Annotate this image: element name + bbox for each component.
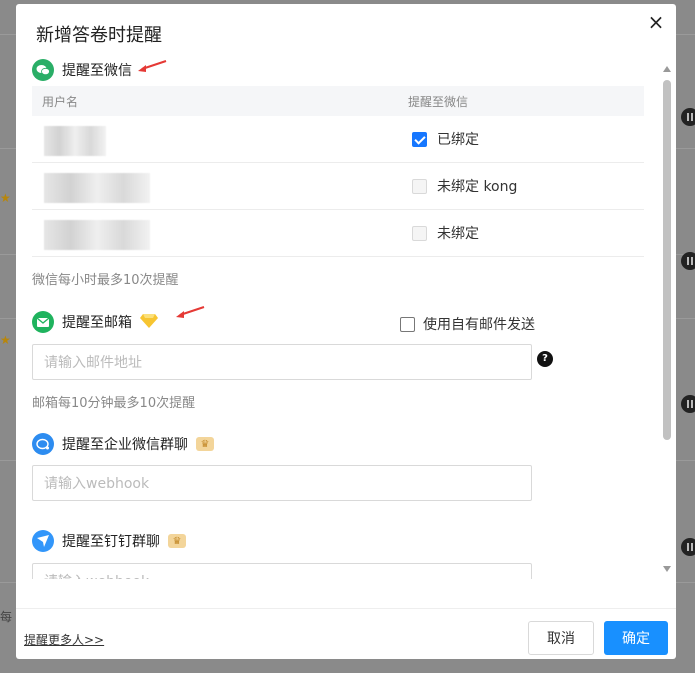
bg-partial-text: 每	[0, 610, 13, 624]
help-icon[interactable]: ?	[537, 351, 553, 367]
dingtalk-icon	[32, 530, 54, 552]
dialog-footer: 提醒更多人>> 取消 确定	[16, 608, 676, 659]
own-mail-label: 使用自有邮件发送	[423, 317, 535, 333]
email-input[interactable]: 请输入邮件地址	[32, 344, 532, 380]
dingtalk-section-header: 提醒至钉钉群聊 ♛	[32, 529, 186, 553]
column-header-wechat: 提醒至微信	[408, 94, 469, 109]
bind-status: 未绑定 kong	[437, 179, 518, 195]
email-section-header: 提醒至邮箱	[32, 310, 158, 334]
dingtalk-webhook-input[interactable]: 请输入webhook	[32, 563, 532, 579]
dialog-title: 新增答卷时提醒	[36, 25, 162, 46]
blurred-username	[44, 220, 150, 250]
own-mail-checkbox[interactable]	[400, 316, 415, 332]
pause-icon	[681, 108, 695, 126]
dingtalk-label: 提醒至钉钉群聊	[62, 534, 160, 550]
reminder-dialog: 新增答卷时提醒 × 提醒至微信 用户名 提醒至微信 已绑定 未绑定 kong 未…	[16, 4, 676, 659]
wechat-section-header: 提醒至微信	[32, 58, 132, 82]
bind-cell: 未绑定 kong	[412, 176, 517, 196]
column-header-username: 用户名	[42, 94, 79, 109]
diamond-icon	[140, 313, 158, 332]
star-icon: ★	[0, 333, 11, 347]
mail-icon	[32, 311, 54, 333]
cancel-button[interactable]: 取消	[528, 621, 594, 655]
annotation-arrow	[138, 60, 167, 72]
wechat-icon	[32, 59, 54, 81]
pause-icon	[681, 395, 695, 413]
blurred-username	[44, 126, 106, 156]
table-row: 未绑定	[32, 210, 644, 257]
bind-status: 已绑定	[437, 132, 479, 148]
blurred-username	[44, 173, 150, 203]
crown-icon: ♛	[168, 534, 186, 548]
wechat-limit-hint: 微信每小时最多10次提醒	[32, 273, 179, 288]
wecom-section-header: 提醒至企业微信群聊 ♛	[32, 432, 214, 456]
close-icon[interactable]: ×	[646, 12, 666, 32]
pause-icon	[681, 252, 695, 270]
scrollbar[interactable]	[660, 62, 674, 574]
email-limit-hint: 邮箱每10分钟最多10次提醒	[32, 396, 196, 411]
table-row: 已绑定	[32, 116, 644, 163]
own-mail-option[interactable]: 使用自有邮件发送	[400, 314, 535, 334]
scroll-down-icon[interactable]	[663, 566, 671, 572]
dialog-body[interactable]: 提醒至微信 用户名 提醒至微信 已绑定 未绑定 kong 未绑定 微信每小时最多…	[16, 54, 676, 579]
table-row: 未绑定 kong	[32, 163, 644, 210]
pause-icon	[681, 538, 695, 556]
email-label: 提醒至邮箱	[62, 315, 132, 331]
wechat-label: 提醒至微信	[62, 63, 132, 79]
annotation-arrow	[176, 306, 205, 318]
remind-more-link[interactable]: 提醒更多人>>	[24, 631, 104, 648]
wechat-table: 用户名 提醒至微信 已绑定 未绑定 kong 未绑定	[32, 86, 644, 257]
scroll-up-icon[interactable]	[663, 66, 671, 72]
bind-status: 未绑定	[437, 226, 479, 242]
bind-cell: 未绑定	[412, 223, 479, 243]
bind-cell: 已绑定	[412, 129, 479, 149]
bind-checkbox[interactable]	[412, 225, 427, 241]
wecom-icon	[32, 433, 54, 455]
table-header: 用户名 提醒至微信	[32, 86, 644, 116]
scrollbar-thumb[interactable]	[663, 80, 671, 440]
crown-icon: ♛	[196, 437, 214, 451]
confirm-button[interactable]: 确定	[604, 621, 668, 655]
wecom-webhook-input[interactable]: 请输入webhook	[32, 465, 532, 501]
star-icon: ★	[0, 191, 11, 205]
wecom-label: 提醒至企业微信群聊	[62, 437, 188, 453]
bind-checkbox[interactable]	[412, 131, 427, 147]
bind-checkbox[interactable]	[412, 178, 427, 194]
